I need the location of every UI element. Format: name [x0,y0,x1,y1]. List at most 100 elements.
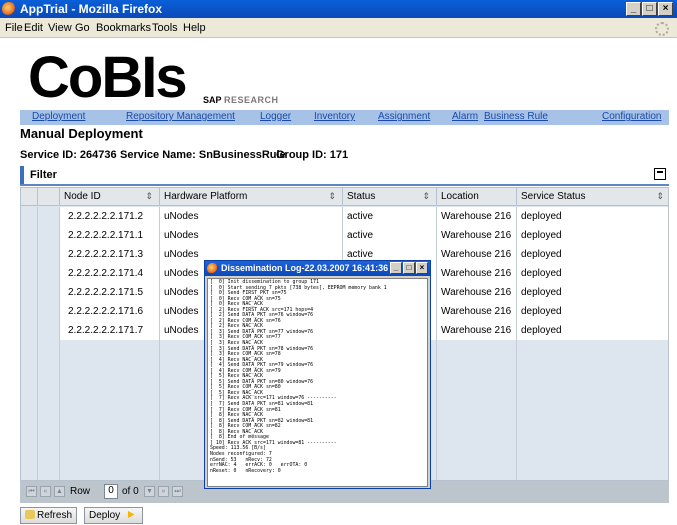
cell-selector[interactable] [38,283,60,302]
nav-configuration[interactable]: Configuration [602,111,661,122]
cell-loc: Warehouse 216 [437,321,517,340]
header-location[interactable]: Location [437,188,517,206]
cell-status: active [343,207,437,226]
cell-selector[interactable] [38,321,60,340]
nav-repository-management[interactable]: Repository Management [126,111,235,122]
cell-svc [517,473,668,480]
filter-toggle-icon[interactable] [654,168,666,180]
popup-maximize-icon[interactable]: □ [403,262,415,274]
cell-selector[interactable] [38,245,60,264]
cell-node [60,359,160,378]
popup-close-icon[interactable]: × [416,262,428,274]
filter-bar[interactable]: Filter [20,166,669,184]
sort-icon[interactable]: ⇕ [145,191,153,202]
cell-node [60,397,160,416]
cell-selector[interactable] [21,226,38,245]
group-id: Group ID: 171 [276,149,349,161]
sort-icon[interactable]: ⇕ [656,191,664,202]
cell-selector[interactable] [38,378,60,397]
log-text: [ 0] Init dissemination to group 171 [ 0… [210,279,387,474]
next-block-icon[interactable]: » [158,486,169,497]
nav-alarm[interactable]: Alarm [452,111,478,122]
header-status[interactable]: Status ⇕ [343,188,437,206]
cell-node [60,435,160,454]
cobis-logo: CoBIs [28,45,188,110]
cell-selector[interactable] [38,207,60,226]
prev-page-icon[interactable]: ▲ [54,486,65,497]
cell-selector[interactable] [21,378,38,397]
cell-selector[interactable] [38,473,60,480]
menu-bookmarks[interactable]: Bookmarks [96,22,151,34]
menu-view[interactable]: View [48,22,72,34]
cell-selector[interactable] [21,340,38,359]
header-node-id[interactable]: Node ID ⇕ [60,188,160,206]
nav-assignment[interactable]: Assignment [378,111,430,122]
cell-selector[interactable] [21,435,38,454]
cell-node: 2.2.2.2.2.2.171.7 [60,321,160,340]
close-icon[interactable]: × [658,2,673,16]
table-row[interactable]: 2.2.2.2.2.2.171.1 uNodes active Warehouse 2… [21,226,668,245]
maximize-icon[interactable]: □ [642,2,657,16]
header-select[interactable] [21,188,38,206]
log-output[interactable]: [ 0] Init dissemination to group 171 [ 0… [207,278,428,487]
minimize-icon[interactable]: _ [626,2,641,16]
menu-help[interactable]: Help [183,22,206,34]
header-hardware-platform[interactable]: Hardware Platform ⇕ [160,188,343,206]
table-row[interactable]: 2.2.2.2.2.2.171.2 uNodes active Warehouse 2… [21,207,668,226]
cell-selector[interactable] [21,283,38,302]
cell-selector[interactable] [38,340,60,359]
nav-business-rule[interactable]: Business Rule [484,111,548,122]
menu-edit[interactable]: Edit [24,22,43,34]
nav-logger[interactable]: Logger [260,111,291,122]
cell-node [60,454,160,473]
cell-selector[interactable] [21,302,38,321]
nav-deployment[interactable]: Deployment [32,111,85,122]
cell-selector[interactable] [21,245,38,264]
sap-label: SAP [203,95,222,105]
cell-selector[interactable] [21,207,38,226]
header-service-status[interactable]: Service Status ⇕ [517,188,668,206]
cell-selector[interactable] [21,264,38,283]
refresh-label: Refresh [37,510,73,521]
cell-selector[interactable] [38,264,60,283]
cell-selector[interactable] [38,226,60,245]
cell-selector[interactable] [21,321,38,340]
popup-minimize-icon[interactable]: _ [390,262,402,274]
next-page-icon[interactable]: ▼ [144,486,155,497]
refresh-button[interactable]: Refresh [20,507,78,524]
cell-selector[interactable] [21,473,38,480]
cell-selector[interactable] [21,397,38,416]
cell-svc [517,397,668,416]
cell-selector[interactable] [38,416,60,435]
cell-selector[interactable] [38,435,60,454]
cell-node [60,416,160,435]
cell-svc: deployed [517,302,668,321]
cell-selector[interactable] [21,359,38,378]
menu-tools[interactable]: Tools [152,22,178,34]
deploy-button[interactable]: Deploy [84,507,143,524]
prev-block-icon[interactable]: « [40,486,51,497]
sort-icon[interactable]: ⇕ [328,191,336,202]
menu-file[interactable]: File [5,22,23,34]
header-service-status-label: Service Status [521,191,586,202]
cell-svc: deployed [517,283,668,302]
cell-hw: uNodes [160,226,343,245]
cell-selector[interactable] [21,454,38,473]
first-page-icon[interactable]: ⏮ [26,486,37,497]
last-page-icon[interactable]: ⏭ [172,486,183,497]
dissemination-log-window: Dissemination Log-22.03.2007 16:41:36 CE… [204,260,431,489]
cell-selector[interactable] [38,397,60,416]
cell-selector[interactable] [38,454,60,473]
cell-selector[interactable] [38,302,60,321]
cell-node: 2.2.2.2.2.2.171.4 [60,264,160,283]
sort-icon[interactable]: ⇕ [422,191,430,202]
cell-node: 2.2.2.2.2.2.171.3 [60,245,160,264]
cell-selector[interactable] [21,416,38,435]
cell-loc [437,435,517,454]
cell-selector[interactable] [38,359,60,378]
popup-titlebar[interactable]: Dissemination Log-22.03.2007 16:41:36 CE… [205,261,430,276]
menu-go[interactable]: Go [75,22,90,34]
nav-inventory[interactable]: Inventory [314,111,355,122]
row-input[interactable]: 0 [104,484,118,499]
window-title: AppTrial - Mozilla Firefox [20,2,163,16]
